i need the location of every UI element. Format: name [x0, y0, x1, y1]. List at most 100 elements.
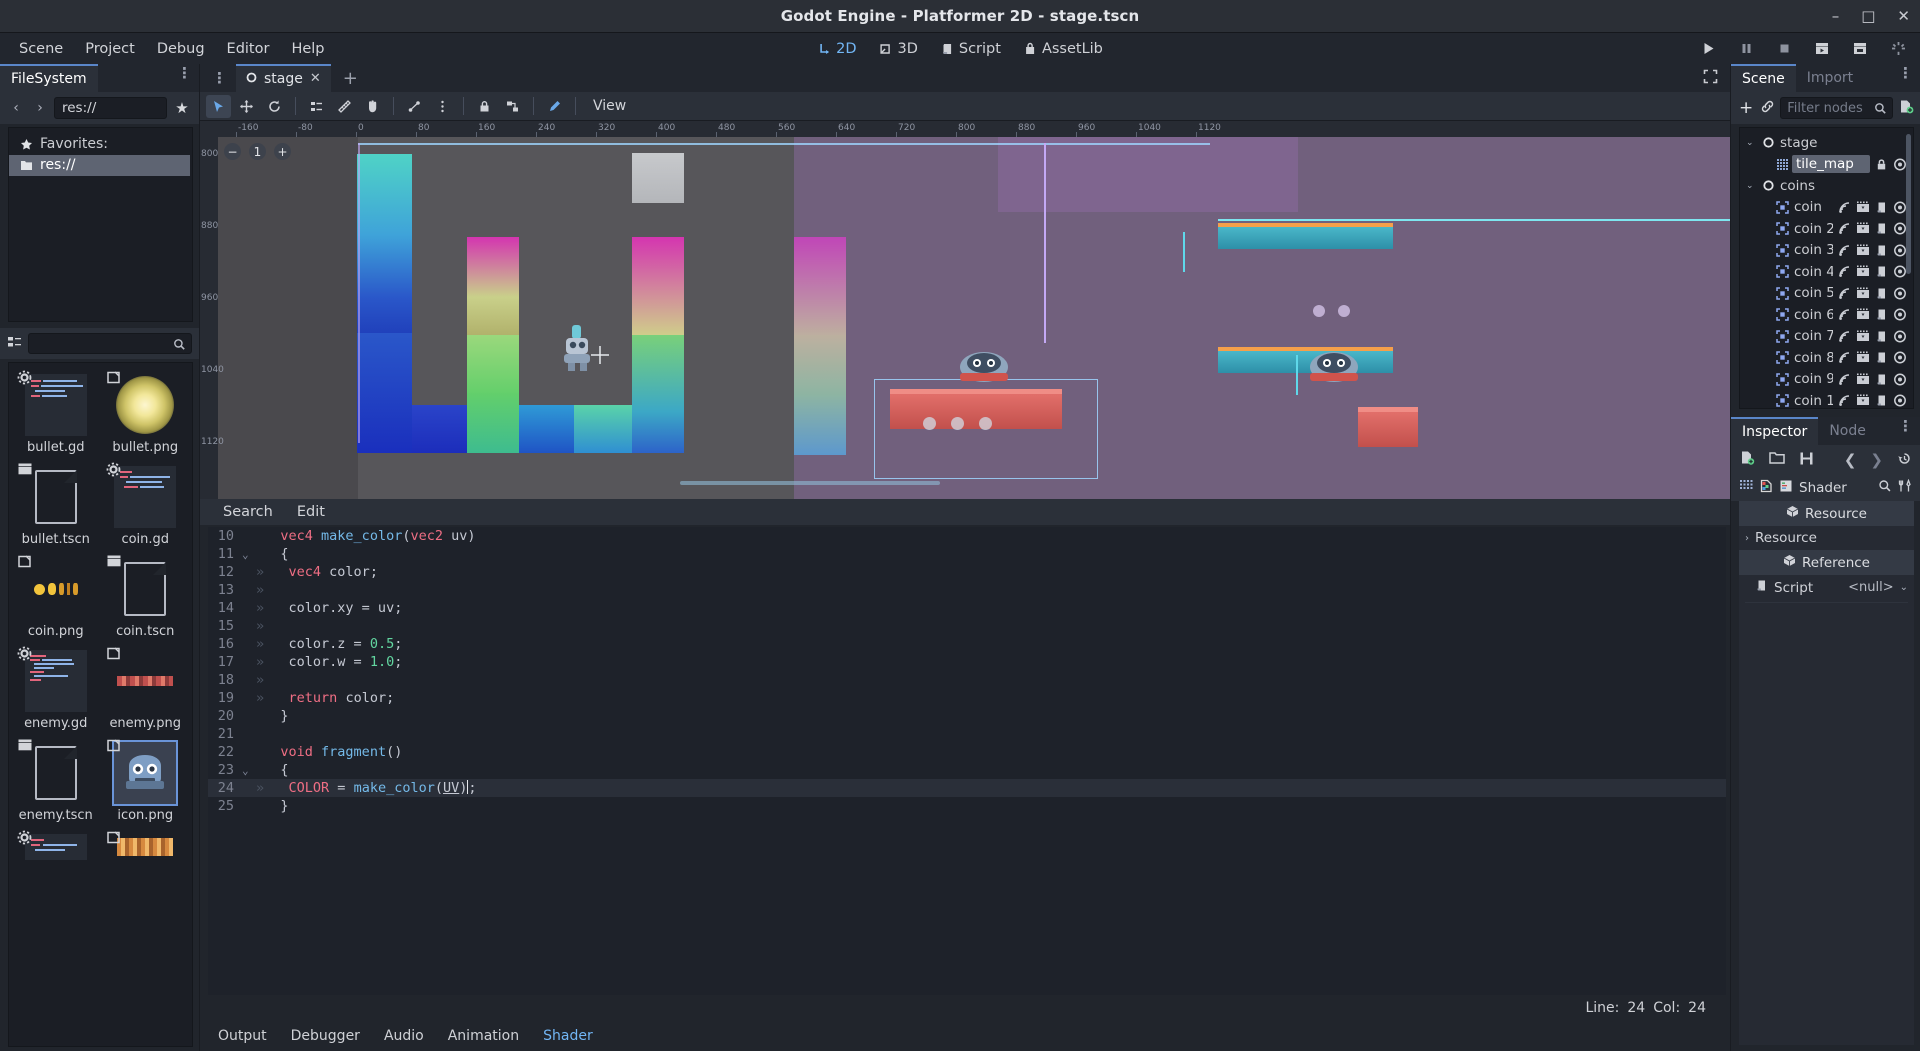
scene-tree-node-coin-8[interactable]: coin 8	[1740, 347, 1913, 369]
code-line[interactable]: 14 » color.xy = uv;	[208, 599, 1726, 617]
tab-audio[interactable]: Audio	[374, 1024, 434, 1048]
history-forward-icon[interactable]: ❯	[1870, 451, 1883, 469]
play-scene-button[interactable]	[1812, 39, 1832, 59]
fs-favorites-row[interactable]: Favorites:	[9, 134, 192, 155]
anim-icon[interactable]	[1856, 201, 1870, 214]
file-item[interactable]	[11, 829, 101, 866]
close-button[interactable]: ✕	[1897, 9, 1910, 24]
tools-icon[interactable]	[1898, 478, 1912, 497]
code-line[interactable]: 13 »	[208, 581, 1726, 599]
scene-tab-stage[interactable]: stage ✕	[236, 63, 331, 93]
filter-nodes-input[interactable]: Filter nodes	[1780, 97, 1893, 119]
menu-scene[interactable]: Scene	[8, 37, 74, 61]
zoom-in-button[interactable]: +	[274, 143, 291, 160]
signal-icon[interactable]	[1838, 330, 1851, 343]
snap-tool[interactable]	[402, 95, 427, 118]
eye-icon[interactable]	[1893, 330, 1907, 343]
minimize-button[interactable]: –	[1832, 9, 1840, 24]
ruler-tool[interactable]	[332, 95, 357, 118]
scene-tree-node-coin[interactable]: coin	[1740, 197, 1913, 219]
script-icon[interactable]	[1875, 373, 1888, 386]
tree-options-icon[interactable]	[1898, 99, 1914, 118]
script-icon[interactable]	[1875, 265, 1888, 278]
scene-tree-node-tile_map[interactable]: tile_map	[1740, 154, 1913, 176]
signal-icon[interactable]	[1838, 222, 1851, 235]
menu-project[interactable]: Project	[74, 37, 146, 61]
inspector-menu-icon[interactable]: ⋮	[1898, 419, 1913, 433]
shader-code-editor[interactable]: 10 vec4 make_color(vec2 uv) 11 ⌄ {12» vec4…	[208, 527, 1726, 995]
tree-twisty-icon[interactable]: ⌄	[1746, 138, 1757, 148]
view-menu-button[interactable]: View	[584, 95, 635, 117]
fs-forward-icon[interactable]: ›	[30, 98, 50, 118]
scene-tree-node-coin-3[interactable]: coin 3	[1740, 240, 1913, 262]
signal-icon[interactable]	[1838, 244, 1851, 257]
eye-icon[interactable]	[1893, 244, 1907, 257]
anim-icon[interactable]	[1856, 394, 1870, 407]
fold-toggle-icon[interactable]: ⌄	[242, 764, 256, 777]
play-custom-scene-button[interactable]	[1850, 39, 1870, 59]
pan-tool[interactable]	[360, 95, 385, 118]
tab-filesystem[interactable]: FileSystem	[0, 63, 98, 93]
scene-tree-node-coin-2[interactable]: coin 2	[1740, 218, 1913, 240]
code-line[interactable]: 20 }	[208, 707, 1726, 725]
file-item[interactable]: bullet.gd	[11, 369, 101, 461]
file-item[interactable]: bullet.tscn	[11, 461, 101, 553]
scene-tree-node-coin-7[interactable]: coin 7	[1740, 326, 1913, 348]
script-icon[interactable]	[1875, 351, 1888, 364]
pause-button[interactable]	[1736, 39, 1756, 59]
code-line[interactable]: 22 void fragment()	[208, 743, 1726, 761]
signal-icon[interactable]	[1838, 373, 1851, 386]
eye-icon[interactable]	[1893, 201, 1907, 214]
eye-icon[interactable]	[1893, 394, 1907, 407]
add-scene-button[interactable]: +	[331, 68, 370, 89]
menu-help[interactable]: Help	[280, 37, 335, 61]
signal-icon[interactable]	[1838, 201, 1851, 214]
inspector-group-resource[interactable]: › Resource	[1739, 526, 1914, 550]
script-icon[interactable]	[1875, 330, 1888, 343]
stop-button[interactable]	[1774, 39, 1794, 59]
menu-debug[interactable]: Debug	[146, 37, 216, 61]
anim-icon[interactable]	[1856, 244, 1870, 257]
file-item[interactable]: enemy.png	[101, 645, 191, 737]
inspector-section-reference[interactable]: Reference	[1739, 550, 1914, 575]
file-item[interactable]	[101, 829, 191, 866]
history-back-icon[interactable]: ❮	[1844, 451, 1857, 469]
lock-tool[interactable]	[472, 95, 497, 118]
script-icon[interactable]	[1875, 201, 1888, 214]
anim-icon[interactable]	[1856, 308, 1870, 321]
eye-icon[interactable]	[1893, 265, 1907, 278]
eye-icon[interactable]	[1893, 158, 1907, 171]
rotate-tool[interactable]	[262, 95, 287, 118]
move-tool[interactable]	[234, 95, 259, 118]
close-icon[interactable]: ✕	[310, 71, 321, 86]
script-icon[interactable]	[1875, 287, 1888, 300]
code-line[interactable]: 23 ⌄ {	[208, 761, 1726, 779]
search-icon[interactable]	[1878, 479, 1892, 497]
new-resource-icon[interactable]	[1739, 450, 1755, 470]
tree-twisty-icon[interactable]: ⌄	[1746, 181, 1757, 191]
tab-debugger[interactable]: Debugger	[281, 1024, 370, 1048]
signal-icon[interactable]	[1838, 308, 1851, 321]
eye-icon[interactable]	[1893, 373, 1907, 386]
tab-output[interactable]: Output	[208, 1024, 277, 1048]
file-item[interactable]: icon.png	[101, 737, 191, 829]
eye-icon[interactable]	[1893, 351, 1907, 364]
fold-toggle-icon[interactable]: ⌄	[242, 548, 256, 561]
signal-icon[interactable]	[1838, 287, 1851, 300]
signal-icon[interactable]	[1838, 351, 1851, 364]
eye-icon[interactable]	[1893, 287, 1907, 300]
file-item[interactable]: bullet.png	[101, 369, 191, 461]
script-icon[interactable]	[1875, 222, 1888, 235]
code-line[interactable]: 25 }	[208, 797, 1726, 815]
filesystem-menu-icon[interactable]: ⋮	[177, 66, 192, 80]
fs-favorite-icon[interactable]: ★	[171, 97, 193, 119]
inspector-section-resource[interactable]: Resource	[1739, 501, 1914, 526]
scene-tree[interactable]: ⌄ stage tile_map ⌄ coins coin coin 2 coin 3 coin…	[1739, 127, 1914, 409]
script-icon[interactable]	[1875, 308, 1888, 321]
code-line[interactable]: 18 »	[208, 671, 1726, 689]
scene-tabs-menu-icon[interactable]: ⋮	[200, 70, 236, 85]
lock-icon[interactable]	[1875, 158, 1888, 171]
file-item[interactable]: enemy.gd	[11, 645, 101, 737]
zoom-level-label[interactable]: 1	[249, 143, 266, 160]
tab-scene[interactable]: Scene	[1731, 63, 1796, 93]
